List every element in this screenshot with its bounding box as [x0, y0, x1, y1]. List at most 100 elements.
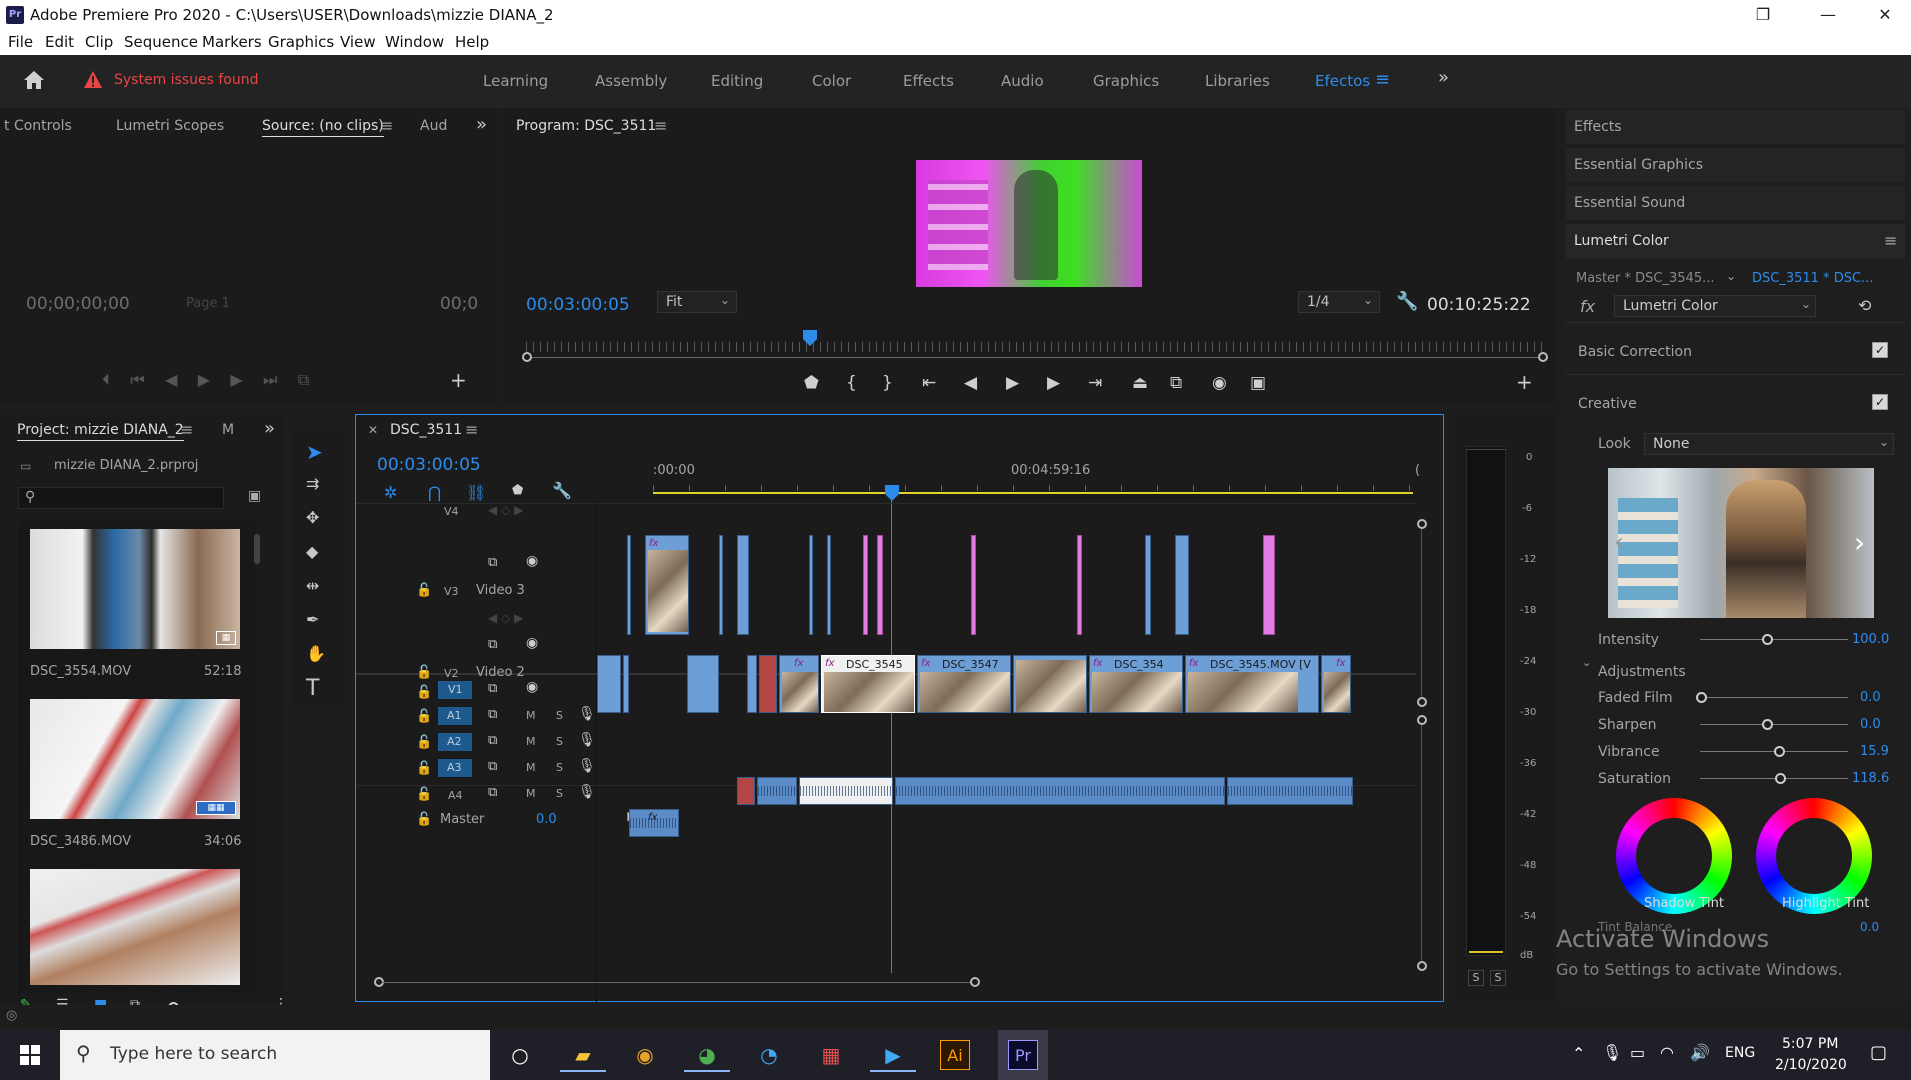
tab-graphics[interactable]: Graphics [1093, 72, 1159, 90]
basic-correction-checkbox[interactable]: ✓ [1872, 342, 1888, 358]
close-sequence-icon[interactable]: ✕ [368, 423, 378, 437]
faded-film-value[interactable]: 0.0 [1860, 690, 1881, 705]
track-v3-label[interactable]: V3 [444, 585, 459, 598]
step-back-icon[interactable]: ◀ [964, 373, 977, 393]
menu-sequence[interactable]: Sequence [124, 33, 198, 51]
add-marker-icon[interactable]: ⬟ [512, 483, 523, 498]
track-select-tool-icon[interactable]: ⇉ [306, 474, 319, 493]
mute-button[interactable]: M [526, 787, 536, 800]
vibrance-knob[interactable] [1774, 746, 1785, 757]
solo-button[interactable]: S [556, 709, 563, 722]
faded-film-knob[interactable] [1696, 692, 1707, 703]
video-clip[interactable]: fx DSC_3545.MOV [V [1185, 655, 1319, 713]
video-clip-selected[interactable]: fx DSC_3545 [821, 655, 915, 713]
video-clip[interactable] [1013, 655, 1087, 713]
home-icon[interactable] [22, 69, 46, 91]
wifi-icon[interactable]: ◠ [1660, 1043, 1674, 1062]
program-scroll-start[interactable] [522, 352, 532, 362]
sequence-menu-icon[interactable]: ≡ [465, 420, 478, 439]
toggle-sync-icon[interactable]: ⧉ [488, 759, 497, 774]
lock-icon[interactable]: 🔓 [416, 685, 432, 700]
tab-libraries[interactable]: Libraries [1205, 72, 1270, 90]
menu-graphics[interactable]: Graphics [268, 33, 334, 51]
volume-icon[interactable]: 🔊 [1690, 1043, 1710, 1062]
slip-tool-icon[interactable]: ⇹ [306, 576, 319, 595]
vibrance-value[interactable]: 15.9 [1860, 744, 1889, 759]
microphone-icon[interactable]: 🎙 [1602, 1043, 1622, 1062]
solo-left-button[interactable]: S [1468, 970, 1484, 986]
hand-tool-icon[interactable]: ✋ [306, 644, 326, 663]
timeline-ruler[interactable]: :00:00 00:04:59:16 ( [653, 453, 1420, 503]
audio-clip[interactable] [757, 777, 797, 805]
look-previous-icon[interactable]: ‹ [1614, 528, 1624, 556]
eye-icon[interactable]: ◉ [526, 635, 538, 651]
saturation-value[interactable]: 118.6 [1852, 771, 1889, 786]
sharpen-knob[interactable] [1762, 719, 1773, 730]
video-clip[interactable]: fx DSC_3547 [917, 655, 1011, 713]
tab-effect-controls[interactable]: t Controls [4, 118, 72, 134]
master-volume-value[interactable]: 0.0 [536, 812, 557, 827]
premiere-icon[interactable]: Pr [1008, 1040, 1038, 1070]
look-next-icon[interactable]: › [1854, 526, 1865, 559]
snap-magnet-icon[interactable]: ⋂ [428, 483, 441, 502]
creative-checkbox[interactable]: ✓ [1872, 394, 1888, 410]
basic-correction-header[interactable]: Basic Correction [1578, 344, 1692, 360]
tab-learning[interactable]: Learning [483, 72, 548, 90]
h-zoom-end[interactable] [970, 977, 980, 987]
clip-thumbnail[interactable] [30, 869, 240, 985]
menu-window[interactable]: Window [385, 33, 444, 51]
v-zoom-handle[interactable] [1417, 519, 1427, 529]
microphone-icon[interactable]: 🎙 [578, 758, 596, 774]
saturation-slider[interactable] [1700, 778, 1848, 779]
microphone-icon[interactable]: 🎙 [578, 784, 596, 800]
adjustments-header[interactable]: Adjustments [1598, 664, 1686, 680]
lumetri-menu-icon[interactable]: ≡ [1884, 231, 1897, 250]
a-zoom-handle[interactable] [1417, 961, 1427, 971]
selection-tool-icon[interactable]: ➤ [306, 440, 323, 464]
menu-clip[interactable]: Clip [85, 33, 113, 51]
track-a1-target[interactable]: A1 [438, 707, 472, 725]
sharpen-value[interactable]: 0.0 [1860, 717, 1881, 732]
toggle-sync-icon[interactable]: ⧉ [488, 707, 497, 722]
tab-media-browser[interactable]: M [222, 422, 234, 438]
menu-markers[interactable]: Markers [202, 33, 262, 51]
extract-icon[interactable]: ⧉ [1170, 373, 1182, 393]
saturation-knob[interactable] [1775, 773, 1786, 784]
ripple-edit-tool-icon[interactable]: ✥ [306, 508, 319, 527]
lock-icon[interactable]: 🔓 [416, 812, 432, 827]
fx-dropdown[interactable]: Lumetri Color ⌄ [1614, 295, 1816, 317]
track-a4-label[interactable]: A4 [448, 789, 463, 802]
solo-button[interactable]: S [556, 761, 563, 774]
audio-clip[interactable] [895, 777, 1225, 805]
tab-assembly[interactable]: Assembly [595, 72, 667, 90]
program-add-button-icon[interactable]: + [1516, 370, 1533, 394]
project-menu-icon[interactable]: ≡ [180, 420, 193, 439]
program-menu-icon[interactable]: ≡ [654, 116, 667, 135]
timeline-timecode[interactable]: 00:03:00:05 [377, 455, 481, 475]
clock-time[interactable]: 5:07 PM [1782, 1036, 1838, 1052]
windows-start-icon[interactable] [20, 1045, 40, 1065]
eye-icon[interactable]: ◉ [526, 679, 538, 695]
menu-view[interactable]: View [340, 33, 376, 51]
intensity-slider-knob[interactable] [1762, 634, 1773, 645]
go-to-in-icon[interactable]: ⇤ [922, 373, 936, 393]
wrench-icon[interactable]: 🔧 [552, 481, 572, 500]
source-menu-icon[interactable]: ≡ [380, 116, 393, 135]
master-clip-tab[interactable]: Master * DSC_3545... [1576, 271, 1714, 286]
taskbar-search-box[interactable]: ⚲ Type here to search [60, 1030, 490, 1080]
type-tool-icon[interactable]: T [306, 676, 319, 701]
program-ruler[interactable] [526, 342, 1546, 352]
lumetri-color-header[interactable]: Lumetri Color ≡ [1566, 224, 1905, 258]
page-select[interactable]: Page 1 [186, 296, 230, 311]
mark-out-icon[interactable]: } [882, 373, 893, 393]
program-title[interactable]: Program: DSC_3511 [516, 118, 656, 134]
look-dropdown[interactable]: None ⌄ [1644, 433, 1894, 455]
lift-icon[interactable]: ⏏ [1132, 373, 1148, 393]
program-timecode[interactable]: 00:03:00:05 [526, 295, 630, 315]
illustrator-icon[interactable]: Ai [940, 1040, 970, 1070]
file-explorer-icon[interactable]: ▰ [560, 1038, 606, 1072]
workspace-menu-icon[interactable]: ≡ [1375, 69, 1390, 90]
language-indicator[interactable]: ENG [1725, 1045, 1755, 1061]
solo-button[interactable]: S [556, 787, 563, 800]
minimize-button[interactable]: — [1805, 2, 1851, 28]
